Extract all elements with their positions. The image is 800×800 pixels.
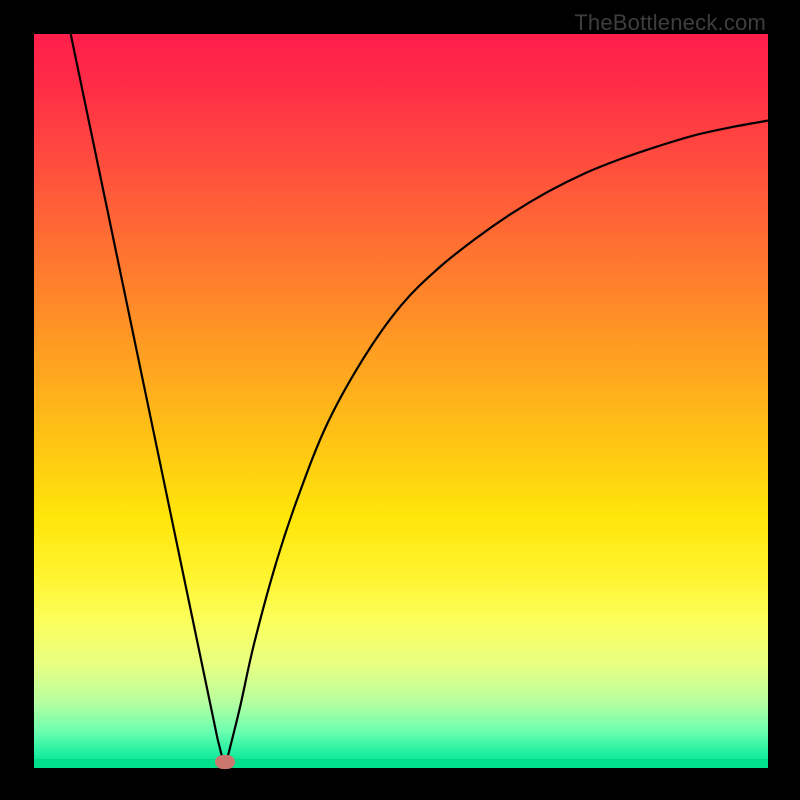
bottleneck-curve xyxy=(71,34,768,768)
plot-area xyxy=(34,34,768,768)
optimum-marker xyxy=(215,755,235,769)
attribution-text: TheBottleneck.com xyxy=(574,10,766,36)
curve-layer xyxy=(34,34,768,768)
chart-frame: TheBottleneck.com xyxy=(0,0,800,800)
